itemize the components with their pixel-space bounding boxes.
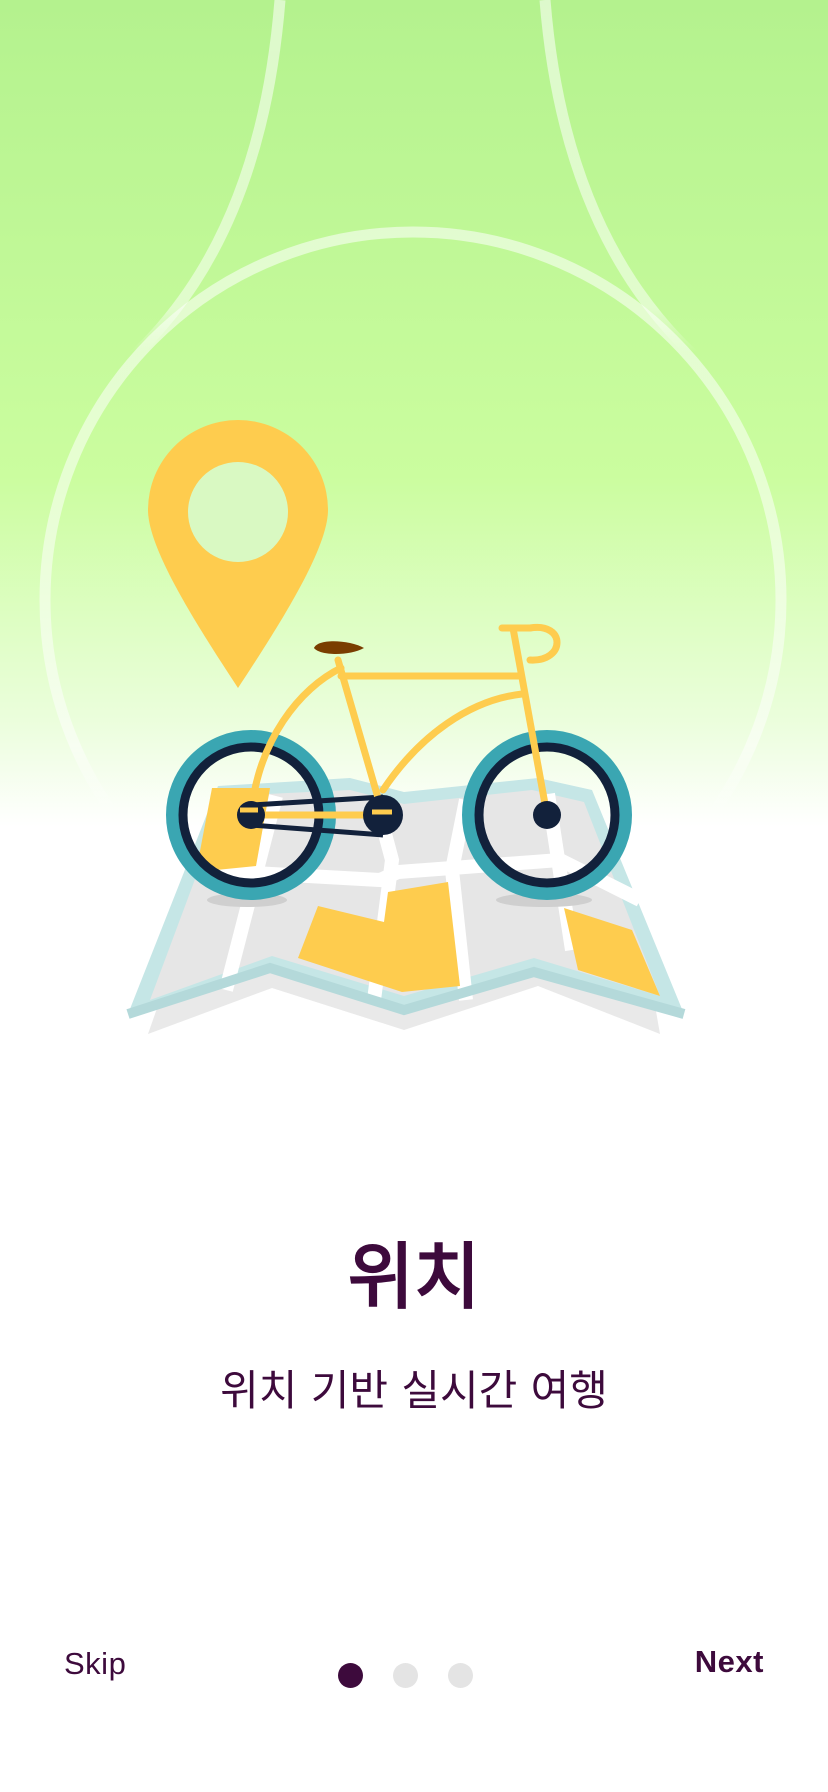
onboarding-screen: 위치 위치 기반 실시간 여행 Skip Next bbox=[0, 0, 828, 1792]
folded-map-icon bbox=[126, 778, 686, 1034]
hero-illustration bbox=[0, 0, 828, 1060]
page-dot-3[interactable] bbox=[448, 1662, 473, 1688]
skip-button[interactable]: Skip bbox=[64, 1646, 126, 1682]
page-dot-1[interactable] bbox=[338, 1662, 363, 1688]
page-title: 위치 bbox=[347, 1235, 481, 1319]
page-subtitle: 위치 기반 실시간 여행 bbox=[220, 1366, 608, 1415]
page-indicator bbox=[338, 1662, 478, 1688]
page-dot-2[interactable] bbox=[393, 1662, 418, 1688]
next-button[interactable]: Next bbox=[695, 1644, 764, 1680]
